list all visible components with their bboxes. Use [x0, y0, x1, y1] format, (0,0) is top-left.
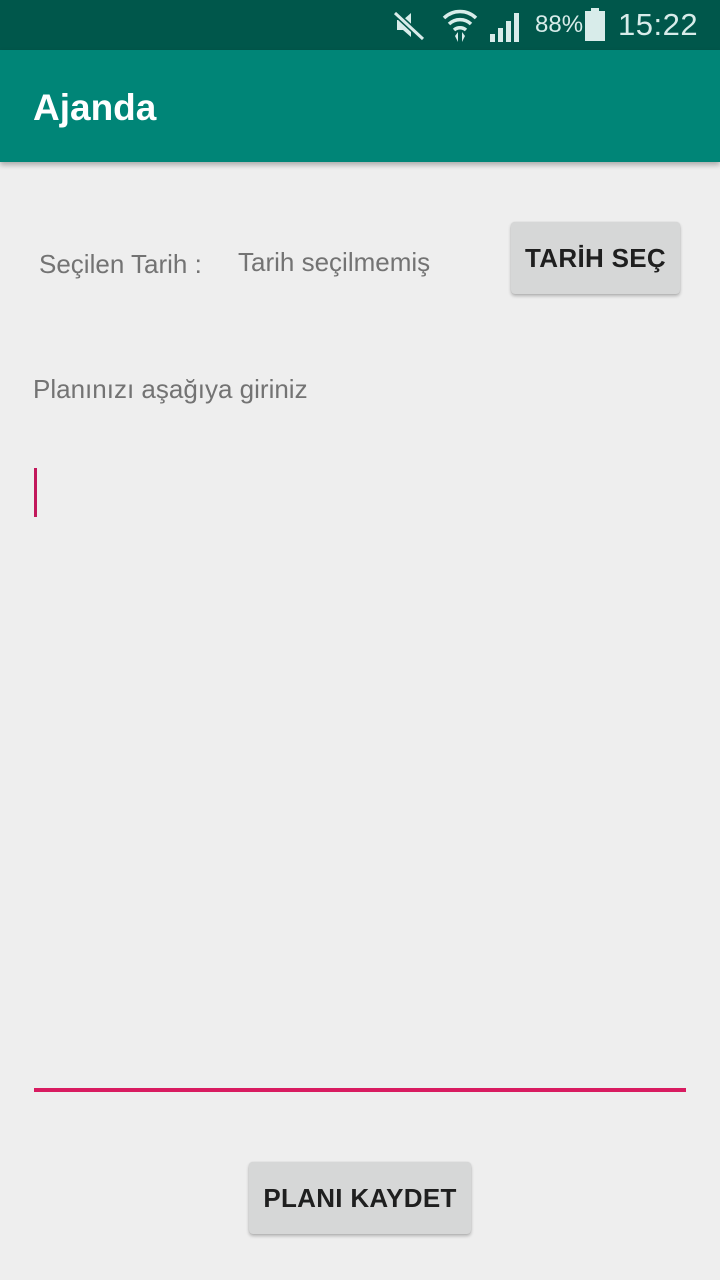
text-cursor [34, 468, 37, 517]
signal-icon [490, 13, 519, 42]
save-plan-button[interactable]: PLANI KAYDET [249, 1162, 471, 1234]
wifi-icon [442, 9, 478, 42]
clock: 15:22 [618, 7, 699, 42]
status-bar: 88% 15:22 [0, 0, 720, 50]
battery-icon [585, 8, 605, 41]
selected-date-label: Seçilen Tarih : [39, 249, 202, 279]
app-bar: Ajanda [0, 50, 720, 162]
battery-percent: 88% [535, 11, 584, 38]
selected-date-value: Tarih seçilmemiş [238, 247, 431, 277]
plan-input[interactable] [34, 452, 686, 1092]
app-title: Ajanda [33, 87, 157, 128]
pick-date-button[interactable]: TARİH SEÇ [511, 222, 680, 294]
plan-prompt: Planınızı aşağıya giriniz [33, 374, 308, 404]
screen: 88% 15:22 Ajanda Seçilen Tarih : Tarih s… [0, 0, 720, 1280]
mute-icon [392, 10, 426, 42]
